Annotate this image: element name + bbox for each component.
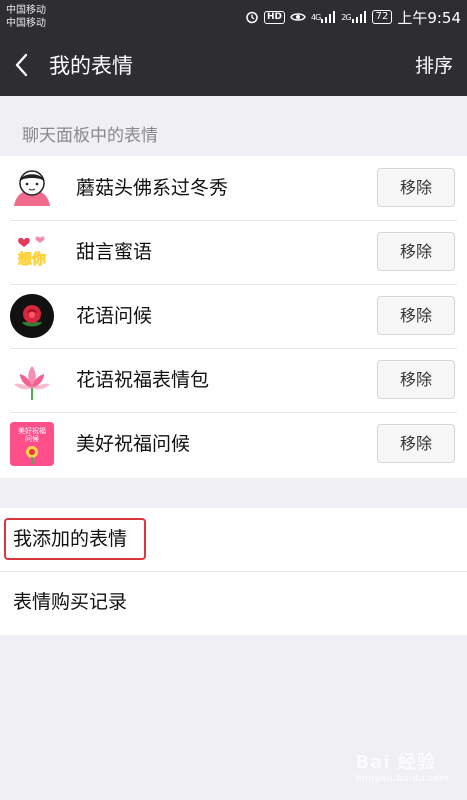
watermark: Bai 经验 jingyan.baidu.com [355, 748, 449, 784]
watermark-main: Bai 经验 [355, 752, 436, 773]
eye-icon [290, 11, 306, 23]
lotus-sticker-icon [10, 358, 54, 402]
blessing-card-sticker-icon: 美好祝福 问候 [10, 422, 54, 466]
status-indicators: HD 4G 2G 72 上午9:54 [245, 7, 461, 27]
signal-4g-icon: 4G [311, 11, 336, 23]
back-arrow-icon [15, 53, 28, 77]
status-bar: 中国移动 中国移动 HD 4G 2G 72 上午9:54 [0, 0, 467, 36]
sort-button[interactable]: 排序 [415, 52, 453, 80]
sticker-row: 花语问候 移除 [0, 284, 467, 348]
sticker-row: 蘑菇头佛系过冬秀 移除 [0, 156, 467, 220]
nav-bar: 我的表情 排序 [0, 36, 467, 96]
sticker-row: 想你 甜言蜜语 移除 [0, 220, 467, 284]
network-2g-label: 2G [341, 12, 351, 22]
menu-item-label: 表情购买记录 [13, 591, 128, 613]
sticker-list: 蘑菇头佛系过冬秀 移除 想你 甜言蜜语 移除 花语问候 移除 花语祝福表情包 移… [0, 156, 467, 478]
sticker-row: 花语祝福表情包 移除 [0, 348, 467, 412]
signal-2g-icon: 2G [341, 11, 366, 23]
section-header: 聊天面板中的表情 [22, 126, 158, 146]
back-button[interactable] [10, 50, 36, 80]
menu-item-added-stickers[interactable]: 我添加的表情 [0, 508, 467, 571]
sweet-words-sticker-icon: 想你 [10, 230, 54, 274]
hd-badge: HD [263, 10, 285, 24]
sticker-menu: 我添加的表情 表情购买记录 [0, 508, 467, 635]
sticker-title: 花语问候 [76, 305, 153, 327]
remove-button[interactable]: 移除 [377, 360, 455, 399]
remove-button[interactable]: 移除 [377, 296, 455, 335]
network-4g-label: 4G [310, 12, 321, 22]
sticker-row: 美好祝福 问候 美好祝福问候 移除 [0, 412, 467, 476]
carrier-1: 中国移动 [6, 5, 46, 16]
watermark-sub: jingyan.baidu.com [355, 774, 449, 784]
sticker-title: 花语祝福表情包 [76, 369, 210, 391]
rose-sticker-icon [10, 294, 54, 338]
remove-button[interactable]: 移除 [377, 232, 455, 271]
menu-item-label: 我添加的表情 [13, 528, 128, 550]
page-title: 我的表情 [49, 54, 133, 78]
remove-button[interactable]: 移除 [377, 168, 455, 207]
sticker-title: 美好祝福问候 [76, 433, 191, 455]
remove-button[interactable]: 移除 [377, 424, 455, 463]
carrier-2: 中国移动 [6, 18, 46, 29]
sticker-title: 甜言蜜语 [76, 241, 153, 263]
battery-icon: 72 [371, 10, 393, 24]
sticker-title: 蘑菇头佛系过冬秀 [76, 177, 229, 199]
sweet-sticker-text: 想你 [17, 251, 46, 268]
card-text-line2: 问候 [25, 434, 39, 443]
card-text-line1: 美好祝福 [18, 426, 46, 435]
clock: 上午9:54 [397, 8, 461, 27]
mushroom-head-sticker-icon [10, 166, 54, 210]
alarm-icon [245, 10, 259, 24]
menu-item-purchase-history[interactable]: 表情购买记录 [0, 571, 467, 634]
